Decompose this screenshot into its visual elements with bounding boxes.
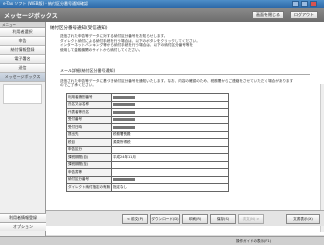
minimize-icon[interactable] <box>292 1 299 7</box>
row-key: 受付日時 <box>66 123 112 132</box>
redacted-value <box>113 103 135 107</box>
notice-text: 送信された申告等データに基づき納付区分番号を通知いたします。なお、内容の確認のた… <box>60 79 310 88</box>
sidebar-item-user-select[interactable]: 利用者選択 <box>0 28 45 37</box>
detail-table: 利用者識別番号 氏名又は名称 代表者等氏名 受付番号 受付日時 提出先 税務署長殿… <box>66 93 229 192</box>
redacted-value <box>113 118 135 122</box>
prev-message-button[interactable]: < 前文(P) <box>122 214 148 224</box>
sidebar-item-message-box[interactable]: メッセージボックス <box>0 73 45 82</box>
sidebar-item-options[interactable]: オプション <box>0 222 46 231</box>
row-key: ダイレクト納付指定の有無 <box>66 183 112 192</box>
notice-line: 送信された申告等データに基づき納付区分番号を通知いたします。なお、内容の確認のた… <box>60 79 294 83</box>
row-key: 課税期間(至) <box>66 160 112 169</box>
table-row: 提出先 税務署長殿 <box>66 130 229 139</box>
table-row: 納付区分番号 <box>66 175 229 184</box>
table-row: 課税期間(至) <box>66 160 229 169</box>
app-header: メッセージボックス 画面を閉じる ログアウト <box>0 8 324 22</box>
divider <box>60 74 310 75</box>
row-value <box>111 175 229 184</box>
save-button[interactable]: 保存(S) <box>210 214 236 224</box>
operation-guide-link[interactable]: 操作ガイドの表示(F1) <box>236 237 271 245</box>
row-key: 氏名又は名称 <box>66 100 112 109</box>
table-row: ダイレクト納付指定の有無 指定なし <box>66 183 229 192</box>
row-value: 指定なし <box>111 183 229 192</box>
table-row: 受付日時 <box>66 123 229 132</box>
row-key: 申告区分 <box>66 145 112 154</box>
window-title: e-Tax ソフト (WEB版) - 納付区分番号通知確認 <box>3 1 89 6</box>
close-icon[interactable] <box>310 1 317 7</box>
sidebar-preview-image <box>3 84 42 104</box>
row-value <box>111 145 229 154</box>
sidebar-item-send[interactable]: 送信 <box>0 64 45 73</box>
table-row: 申告区分 <box>66 145 229 154</box>
maximize-icon[interactable] <box>301 1 308 7</box>
sidebar-item-user-registration[interactable]: 利用者情報登録 <box>0 213 46 222</box>
row-key: 提出先 <box>66 130 112 139</box>
close-screen-button[interactable]: 画面を閉じる <box>252 11 284 19</box>
sidebar-item-declaration[interactable]: 申告 <box>0 37 45 46</box>
row-value <box>111 168 229 177</box>
intro-line: 使用して金融機関のサイトから納付してください。 <box>60 47 143 52</box>
next-message-button[interactable]: 次文(N) > <box>238 214 264 224</box>
row-key: 代表者等氏名 <box>66 108 112 117</box>
row-key: 利用者識別番号 <box>66 93 112 102</box>
redacted-value <box>113 110 135 114</box>
app-title: メッセージボックス <box>4 13 58 20</box>
sidebar: メニュー 利用者選択 申告 納付情報登録 電子署名 送信 メッセージボックス 利… <box>0 22 46 245</box>
logout-button[interactable]: ログアウト <box>290 11 318 19</box>
table-row: 受付番号 <box>66 115 229 124</box>
main-content: 納付区分番号通知(受信通知) 送信された申告等データに対する納付区分番号をお知ら… <box>46 22 324 235</box>
table-row: 申告書等 <box>66 168 229 177</box>
table-row: 代表者等氏名 <box>66 108 229 117</box>
status-bar: 操作ガイドの表示(F1) <box>0 236 324 245</box>
table-row: 税目 源泉所得税 <box>66 138 229 147</box>
window-titlebar: e-Tax ソフト (WEB版) - 納付区分番号通知確認 <box>0 0 324 8</box>
row-value <box>111 123 229 132</box>
table-row: 利用者識別番号 <box>66 93 229 102</box>
row-key: 受付番号 <box>66 115 112 124</box>
row-key: 申告書等 <box>66 168 112 177</box>
redacted-value <box>113 125 135 129</box>
notice-line: のでご了承ください。 <box>60 83 96 88</box>
row-key: 税目 <box>66 138 112 147</box>
row-value: 税務署長殿 <box>111 130 229 139</box>
table-row: 課税期間(自) 平成24年11月 <box>66 153 229 162</box>
redacted-value <box>113 178 135 182</box>
row-value: 源泉所得税 <box>111 138 229 147</box>
sidebar-item-payment-info[interactable]: 納付情報登録 <box>0 46 45 55</box>
intro-text: 送信された申告等データに対する納付区分番号をお知らせします。 ダイレクト納付によ… <box>60 34 200 52</box>
print-button[interactable]: 印刷(R) <box>182 214 208 224</box>
row-value: 平成24年11月 <box>111 153 229 162</box>
sidebar-item-signature[interactable]: 電子署名 <box>0 55 45 64</box>
page-title: 納付区分番号通知(受信通知) <box>50 26 108 31</box>
row-value <box>111 93 229 102</box>
row-value <box>111 100 229 109</box>
download-button[interactable]: ダウンロード(D) <box>150 214 180 224</box>
redacted-value <box>113 95 135 99</box>
row-value <box>111 115 229 124</box>
table-row: 氏名又は名称 <box>66 100 229 109</box>
row-value <box>111 108 229 117</box>
document-view-button[interactable]: 文書表示(X) <box>286 214 320 224</box>
action-bar: < 前文(P) ダウンロード(D) 印刷(R) 保存(S) 次文(N) > 文書… <box>46 210 324 226</box>
row-value <box>111 160 229 169</box>
row-key: 課税期間(自) <box>66 153 112 162</box>
row-key: 納付区分番号 <box>66 175 112 184</box>
